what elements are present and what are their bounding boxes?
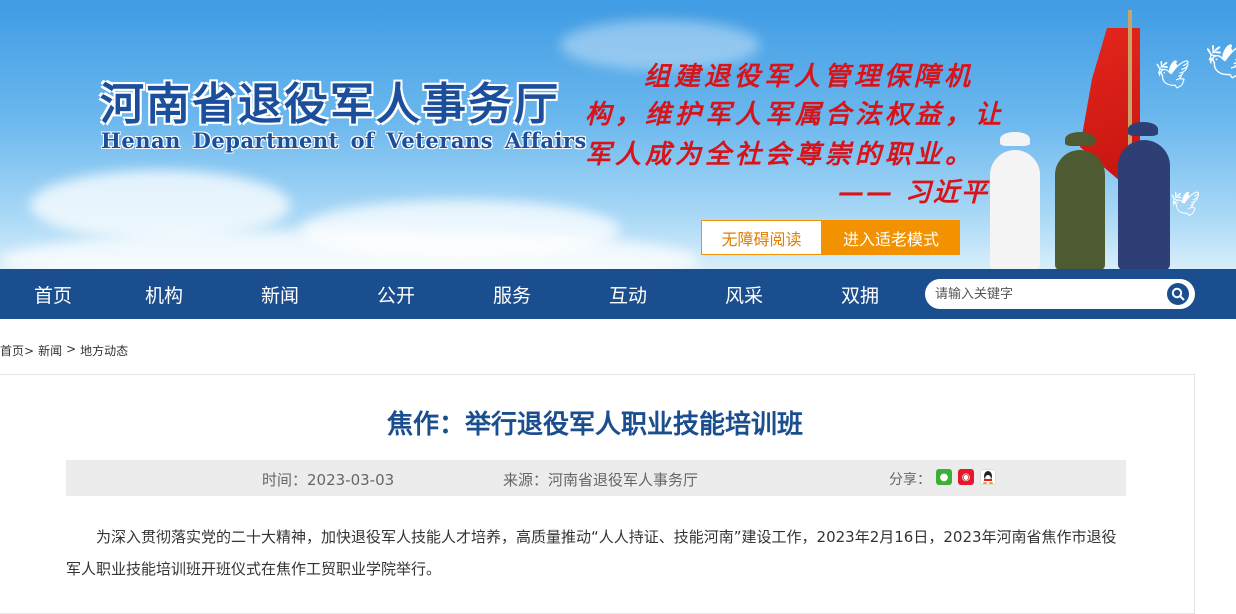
nav-item-services[interactable]: 服务 <box>454 281 570 308</box>
dove-icon: 🕊 <box>1170 190 1201 218</box>
nav-item-public[interactable]: 公开 <box>338 281 454 308</box>
breadcrumb-local-news[interactable]: 地方动态 <box>80 342 128 359</box>
share-label: 分享： <box>889 472 931 488</box>
dove-icon: 🕊 <box>1205 42 1236 82</box>
nav-item-support[interactable]: 双拥 <box>802 281 918 308</box>
quote-attribution: —— 习近平 <box>838 178 990 208</box>
breadcrumb: 首页> 新闻 > 地方动态 <box>0 342 128 359</box>
site-title: 河南省退役军人事务厅 <box>100 79 560 130</box>
publish-time: 时间：2023-03-03 <box>262 471 395 489</box>
article-meta-bar: 时间：2023-03-03 来源：河南省退役军人事务厅 分享： ● ◉ <box>66 460 1126 496</box>
honor-guard-soldier <box>990 150 1040 269</box>
soldier-cap <box>1000 132 1030 146</box>
breadcrumb-separator: > <box>66 342 77 356</box>
site-subtitle: Henan Department of Veterans Affairs <box>101 128 587 153</box>
search-input[interactable] <box>935 286 1163 302</box>
article-body: 为深入贯彻落实党的二十大精神，加快退役军人技能人才培养，高质量推动“人人持证、技… <box>66 528 1117 578</box>
breadcrumb-news[interactable]: 新闻 <box>38 342 62 359</box>
honor-guard-soldier <box>1055 150 1105 269</box>
qq-share-icon[interactable] <box>980 469 996 485</box>
article-source: 来源：河南省退役军人事务厅 <box>503 471 699 489</box>
quote-line: 组建退役军人管理保障机 <box>644 62 975 92</box>
quote-line: 构，维护军人军属合法权益，让 <box>585 100 1006 130</box>
breadcrumb-home[interactable]: 首页> <box>0 342 34 359</box>
nav-item-home[interactable]: 首页 <box>0 281 106 308</box>
dove-icon: 🕊 <box>1155 58 1191 91</box>
search-button[interactable] <box>1167 283 1189 305</box>
search-icon <box>1171 287 1185 301</box>
search-box <box>925 279 1195 309</box>
cloud-decoration <box>30 170 290 240</box>
nav-item-showcase[interactable]: 风采 <box>686 281 802 308</box>
share-icons: ● ◉ <box>936 469 996 485</box>
header-banner: 河南省退役军人事务厅 Henan Department of Veterans … <box>0 0 1236 269</box>
nav-item-organization[interactable]: 机构 <box>106 281 222 308</box>
honor-guard-soldier <box>1118 140 1170 269</box>
soldier-cap <box>1065 132 1095 146</box>
nav-item-interaction[interactable]: 互动 <box>570 281 686 308</box>
accessibility-reading-button[interactable]: 无障碍阅读 <box>701 220 822 255</box>
weibo-share-icon[interactable]: ◉ <box>958 469 974 485</box>
elder-mode-button[interactable]: 进入适老模式 <box>822 220 960 255</box>
wechat-share-icon[interactable]: ● <box>936 469 952 485</box>
article-title: 焦作：举行退役军人职业技能培训班 <box>386 410 803 440</box>
nav-item-news[interactable]: 新闻 <box>222 281 338 308</box>
soldier-cap <box>1128 122 1158 136</box>
quote-line: 军人成为全社会尊崇的职业。 <box>585 140 976 170</box>
